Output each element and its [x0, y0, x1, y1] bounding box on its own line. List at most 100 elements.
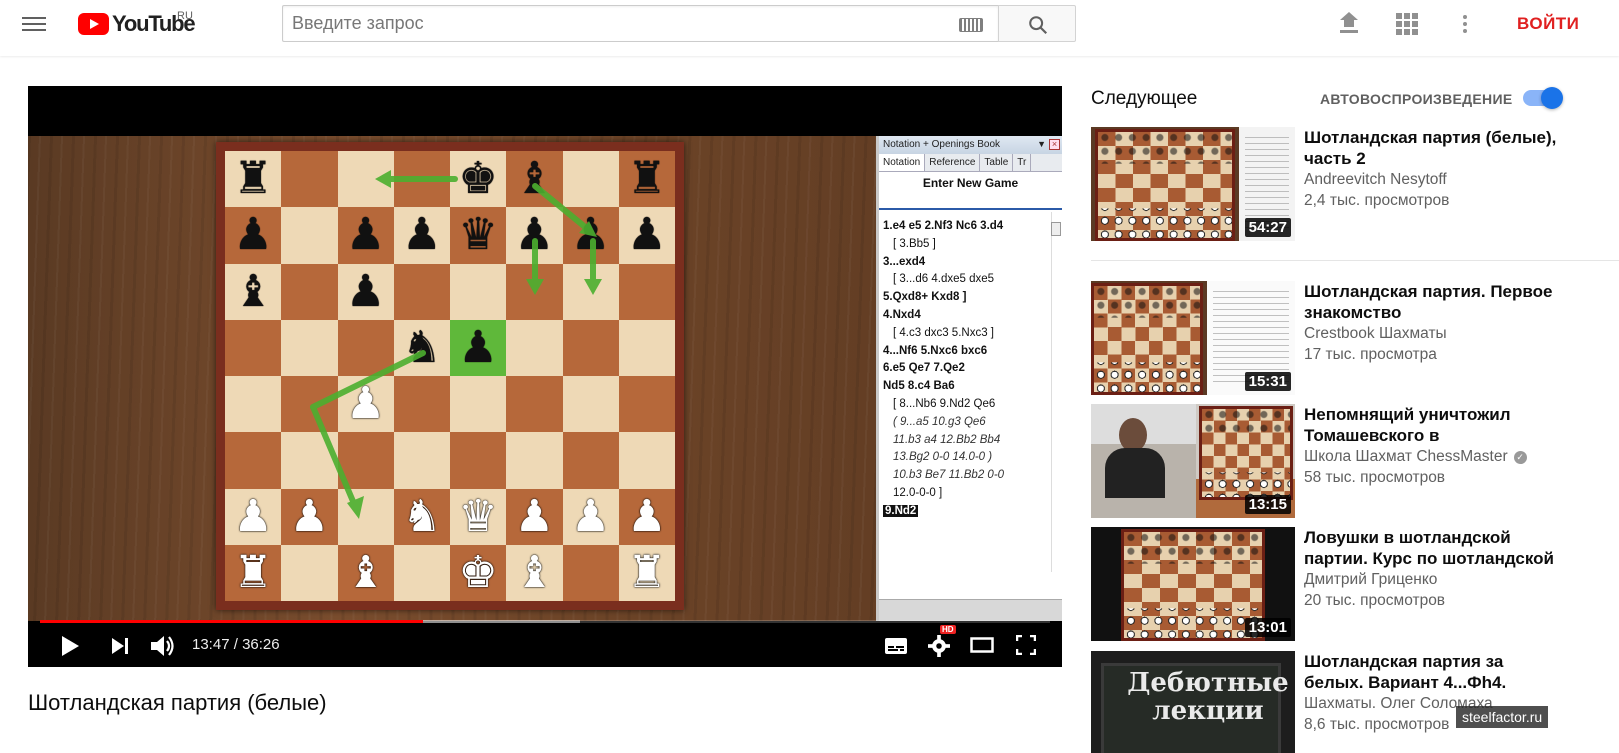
- notation-line[interactable]: 1.e4 e5 2.Nf3 Nc6 3.d4: [883, 218, 1050, 236]
- video-card-title[interactable]: Шотландская партия (белые), часть 2: [1304, 127, 1559, 169]
- square-a4: [225, 376, 282, 433]
- white-pawn-icon: ♟: [289, 491, 330, 541]
- video-card-channel[interactable]: Andreevitch Nesytoff: [1304, 171, 1447, 189]
- white-rook-icon: ♜: [627, 547, 667, 597]
- video-thumbnail[interactable]: 54:27: [1091, 127, 1295, 241]
- video-card-title[interactable]: Шотландская партия. Первое знакомство: [1304, 281, 1559, 323]
- square-a1: ♜: [225, 544, 282, 601]
- autoplay-toggle[interactable]: [1523, 87, 1563, 109]
- square-g8: [562, 151, 619, 208]
- settings-gear-icon[interactable]: [928, 635, 950, 657]
- chess-board-frame: ♜ ♚ ♝ ♜ ♟ ♟ ♟ ♛ ♟ ♟ ♟ ♝ ♟ ♞ ♟ ♟ ♟ ♟ ♞ ♛ ♟ ♟ ♟ ♜ ♝ ♚ ♝ ♜: [216, 142, 684, 610]
- video-card-title[interactable]: Ловушки в шотландской партии. Курс по шо…: [1304, 527, 1559, 569]
- white-rook-icon: ♜: [233, 547, 273, 597]
- time-current: 13:47: [192, 636, 230, 653]
- square-h1: ♜: [618, 544, 675, 601]
- video-thumbnail[interactable]: 15:31: [1091, 281, 1295, 395]
- masthead: YouTube RU ВОЙТИ: [0, 0, 1619, 56]
- video-card-title[interactable]: Шотландская партия за белых. Вариант 4..…: [1304, 651, 1559, 693]
- upload-icon[interactable]: [1337, 11, 1361, 37]
- notation-scroll-thumb[interactable]: [1051, 222, 1061, 236]
- video-card-channel[interactable]: Школа Шахмат ChessMaster ✓: [1304, 448, 1527, 466]
- search-button[interactable]: [998, 5, 1076, 42]
- current-move[interactable]: 9.Nd2: [883, 504, 919, 517]
- video-thumbnail[interactable]: Дебютные лекции: [1091, 651, 1295, 753]
- black-pawn-icon: ♟: [570, 210, 611, 260]
- square-d5: ♞: [393, 319, 450, 376]
- black-pawn-icon: ♟: [514, 210, 555, 260]
- tab-tr[interactable]: Tr: [1013, 154, 1032, 171]
- square-c2: [337, 488, 394, 545]
- notation-line[interactable]: [ 3...d6 4.dxe5 dxe5: [883, 271, 1050, 289]
- video-player[interactable]: ♜ ♚ ♝ ♜ ♟ ♟ ♟ ♛ ♟ ♟ ♟ ♝ ♟ ♞ ♟ ♟ ♟ ♟ ♞ ♛ ♟ ♟ ♟ ♜ ♝ ♚ ♝ ♜ Notation + …: [28, 86, 1062, 667]
- video-card[interactable]: 15:31 Шотландская партия. Первое знакомс…: [1091, 281, 1619, 395]
- square-h2: ♟: [618, 488, 675, 545]
- notation-line[interactable]: [ 4.c3 dxc3 5.Nxc3 ]: [883, 325, 1050, 343]
- square-d2: ♞: [393, 488, 450, 545]
- video-duration: 54:27: [1244, 218, 1291, 237]
- keyboard-icon[interactable]: [959, 18, 983, 32]
- channel-name[interactable]: Школа Шахмат ChessMaster: [1304, 448, 1508, 465]
- tab-reference[interactable]: Reference: [925, 154, 981, 171]
- square-a8: ♜: [225, 151, 282, 208]
- video-card[interactable]: 54:27 Шотландская партия (белые), часть …: [1091, 127, 1619, 241]
- notation-line[interactable]: 10.b3 Be7 11.Bb2 0-0: [883, 467, 1050, 485]
- video-thumbnail[interactable]: 13:01: [1091, 527, 1295, 641]
- square-f1: ♝: [506, 544, 563, 601]
- square-c7: ♟: [337, 207, 394, 264]
- video-card[interactable]: 13:01 Ловушки в шотландской партии. Курс…: [1091, 527, 1619, 641]
- notation-line[interactable]: 12.0-0-0 ]: [883, 485, 1050, 503]
- square-c5: [337, 319, 394, 376]
- notation-line[interactable]: 9.Nd2: [883, 503, 1050, 521]
- time-separator: /: [233, 636, 238, 653]
- notation-line[interactable]: 5.Qxd8+ Kxd8 ]: [883, 289, 1050, 307]
- tab-notation[interactable]: Notation: [879, 154, 926, 171]
- square-b6: [281, 263, 338, 320]
- square-h6: [618, 263, 675, 320]
- thumbnail-chessboard: [1121, 529, 1265, 641]
- video-card-channel[interactable]: Дмитрий Гриценко: [1304, 571, 1437, 589]
- close-icon[interactable]: ×: [1049, 139, 1060, 150]
- black-king-icon: ♚: [458, 154, 498, 204]
- notation-line[interactable]: ( 9...a5 10.g3 Qe6: [883, 414, 1050, 432]
- volume-icon[interactable]: [150, 634, 176, 658]
- notation-line[interactable]: [ 3.Bb5 ]: [883, 236, 1050, 254]
- notation-line[interactable]: 4.Nxd4: [883, 307, 1050, 325]
- white-king-icon: ♚: [458, 547, 498, 597]
- black-pawn-icon: ♟: [345, 266, 386, 316]
- notation-tabs: Notation Reference Table Tr: [879, 154, 1062, 172]
- notation-scrollbar[interactable]: [1051, 212, 1061, 572]
- notation-line[interactable]: 13.Bg2 0-0 14.0-0 ): [883, 449, 1050, 467]
- subtitles-icon[interactable]: [884, 637, 908, 655]
- black-pawn-icon: ♟: [233, 210, 273, 260]
- search-input[interactable]: [283, 6, 933, 41]
- more-vert-icon[interactable]: [1462, 13, 1468, 35]
- square-d6: [393, 263, 450, 320]
- notation-line[interactable]: 6.e5 Qe7 7.Qe2: [883, 360, 1050, 378]
- next-icon[interactable]: [111, 637, 129, 655]
- notation-line[interactable]: [ 8...Nb6 9.Nd2 Qe6: [883, 396, 1050, 414]
- notation-line[interactable]: 4...Nf6 5.Nxc6 bxc6: [883, 343, 1050, 361]
- white-pawn-icon: ♟: [233, 491, 273, 541]
- notation-line[interactable]: Nd5 8.c4 Ba6: [883, 378, 1050, 396]
- tab-table[interactable]: Table: [980, 154, 1014, 171]
- video-card-title[interactable]: Непомнящий уничтожил Томашевского в: [1304, 404, 1559, 446]
- notation-line[interactable]: 3...exd4: [883, 254, 1050, 272]
- square-b4: [281, 376, 338, 433]
- notation-line[interactable]: 11.b3 a4 12.Bb2 Bb4: [883, 432, 1050, 450]
- apps-grid-icon[interactable]: [1396, 13, 1418, 35]
- video-thumbnail[interactable]: 13:15: [1091, 404, 1295, 518]
- video-card[interactable]: Дебютные лекции Шотландская партия за бе…: [1091, 651, 1619, 753]
- hamburger-menu-icon[interactable]: [22, 14, 46, 34]
- video-card[interactable]: 13:15 Непомнящий уничтожил Томашевского …: [1091, 404, 1619, 518]
- square-h8: ♜: [618, 151, 675, 208]
- white-knight-icon: ♞: [402, 491, 442, 541]
- enter-new-game[interactable]: Enter New Game: [879, 172, 1062, 210]
- signin-button[interactable]: ВОЙТИ: [1517, 14, 1579, 34]
- theater-mode-icon[interactable]: [970, 637, 994, 653]
- play-icon[interactable]: [60, 635, 80, 657]
- white-bishop-icon: ♝: [514, 547, 555, 597]
- fullscreen-icon[interactable]: [1016, 635, 1036, 655]
- video-card-channel[interactable]: Crestbook Шахматы: [1304, 325, 1447, 343]
- dropdown-arrow-icon[interactable]: ▼: [1037, 139, 1046, 149]
